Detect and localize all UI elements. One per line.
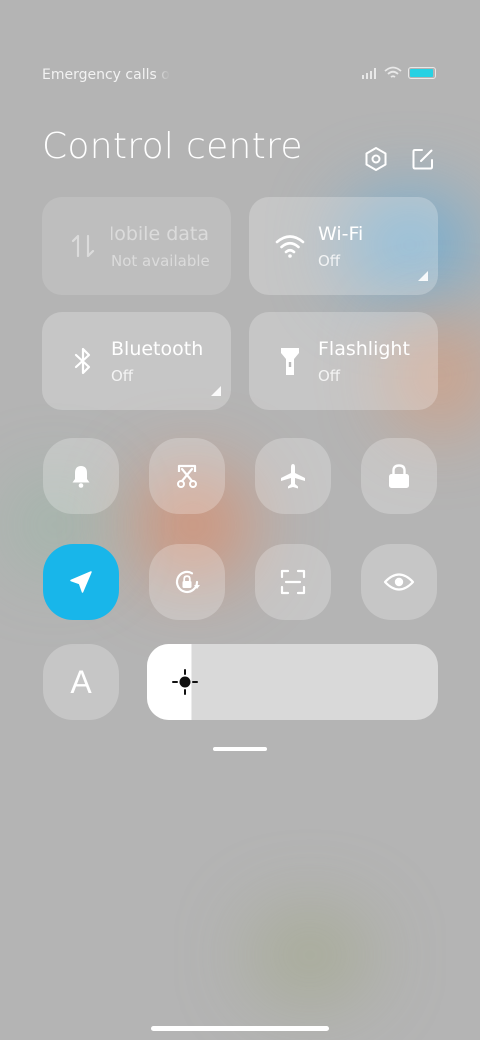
battery-level-fill: [410, 69, 433, 77]
edit-icon: [412, 149, 433, 170]
bluetooth-icon: [68, 346, 98, 376]
edit-button[interactable]: [409, 145, 437, 173]
carrier-text: Emergency calls only: [42, 67, 170, 83]
location-icon: [70, 571, 92, 593]
eye-icon: [383, 573, 415, 591]
toggle-screenshot[interactable]: [149, 438, 225, 514]
status-icons: [362, 66, 436, 80]
expand-corner-icon[interactable]: [211, 386, 221, 396]
settings-button[interactable]: [362, 145, 390, 173]
toggle-rotation-lock[interactable]: [149, 544, 225, 620]
tile-flashlight[interactable]: Flashlight Off: [249, 312, 438, 410]
background-blob: [250, 910, 370, 1000]
brightness-icon: [172, 669, 198, 695]
toggle-scanner[interactable]: [255, 544, 331, 620]
screenshot-icon: [177, 464, 197, 488]
wifi-icon: [275, 231, 305, 261]
lock-icon: [389, 464, 409, 488]
toggle-reading-mode[interactable]: [361, 544, 437, 620]
tile-bluetooth-status: Off: [111, 367, 134, 385]
toggle-airplane[interactable]: [255, 438, 331, 514]
mobile-data-icon: [68, 231, 98, 261]
page-title: Control centre: [42, 126, 303, 167]
tile-wifi-status: Off: [318, 252, 341, 270]
signal-icon: [362, 68, 376, 79]
toggle-location[interactable]: [43, 544, 119, 620]
auto-brightness-button[interactable]: A: [43, 644, 119, 720]
tile-bluetooth[interactable]: Bluetooth Off: [42, 312, 231, 410]
status-bar: Emergency calls only: [42, 64, 436, 88]
tile-mobile-data[interactable]: Mobile data Not available: [42, 197, 231, 295]
toggle-lock[interactable]: [361, 438, 437, 514]
home-indicator[interactable]: [151, 1026, 329, 1031]
tile-wifi-label: Wi-Fi: [318, 223, 364, 245]
expand-corner-icon[interactable]: [418, 271, 428, 281]
drag-handle[interactable]: [213, 747, 267, 751]
tile-flashlight-status: Off: [318, 367, 341, 385]
airplane-icon: [281, 464, 305, 489]
toggle-sound[interactable]: [43, 438, 119, 514]
tile-bluetooth-label: Bluetooth: [111, 338, 204, 360]
rotation-lock-icon: [175, 570, 200, 594]
settings-hexagon-icon: [365, 147, 387, 171]
bell-icon: [72, 466, 90, 488]
flashlight-icon: [275, 346, 305, 376]
tile-wifi[interactable]: Wi-Fi Off: [249, 197, 438, 295]
tile-mobile-data-status: Not available: [111, 252, 210, 270]
battery-icon: [408, 67, 436, 79]
scan-icon: [280, 569, 306, 595]
tile-mobile-data-label: Mobile data: [111, 223, 209, 245]
wifi-status-icon: [384, 66, 402, 78]
tile-flashlight-label: Flashlight: [318, 338, 410, 360]
brightness-slider[interactable]: [147, 644, 438, 720]
